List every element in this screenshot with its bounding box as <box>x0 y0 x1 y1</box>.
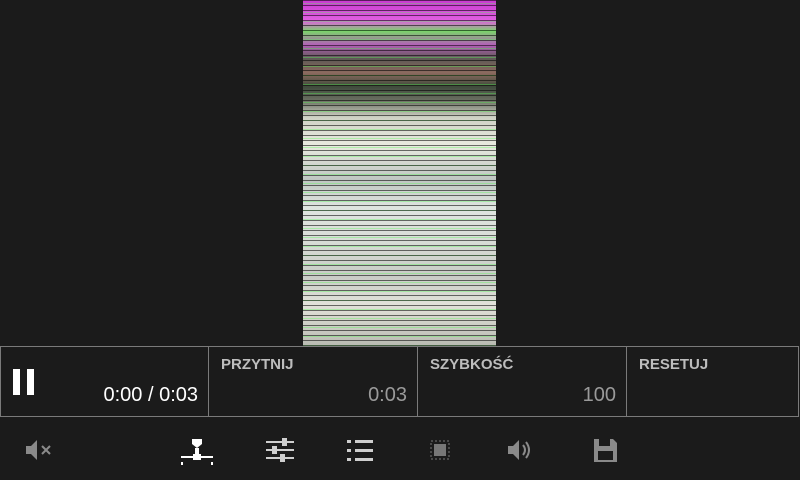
time-readout: 0:00 / 0:03 <box>103 384 198 406</box>
trim-marker-icon[interactable] <box>181 435 213 465</box>
trim-button[interactable]: PRZYTNIJ 0:03 <box>208 346 418 417</box>
bottom-toolbar <box>0 417 800 480</box>
save-icon[interactable] <box>589 435 621 465</box>
video-area <box>0 0 800 346</box>
list-icon[interactable] <box>345 435 377 465</box>
playback-cell: 0:00 / 0:03 <box>0 346 209 417</box>
reset-button[interactable]: RESETUJ <box>626 346 799 417</box>
reset-label: RESETUJ <box>639 356 709 373</box>
video-preview[interactable] <box>303 0 496 346</box>
adjust-sliders-icon[interactable] <box>264 435 296 465</box>
pause-button[interactable] <box>13 369 35 395</box>
trim-value: 0:03 <box>368 384 407 406</box>
pause-icon <box>13 369 20 395</box>
speed-value: 100 <box>582 384 616 406</box>
speed-label: SZYBKOŚĆ <box>430 356 514 373</box>
trim-label: PRZYTNIJ <box>221 356 294 373</box>
crop-icon[interactable] <box>424 435 456 465</box>
volume-icon[interactable] <box>506 435 538 465</box>
mute-icon[interactable] <box>24 435 56 465</box>
speed-button[interactable]: SZYBKOŚĆ 100 <box>417 346 627 417</box>
controls-panel: 0:00 / 0:03 PRZYTNIJ 0:03 SZYBKOŚĆ 100 R… <box>0 346 800 417</box>
